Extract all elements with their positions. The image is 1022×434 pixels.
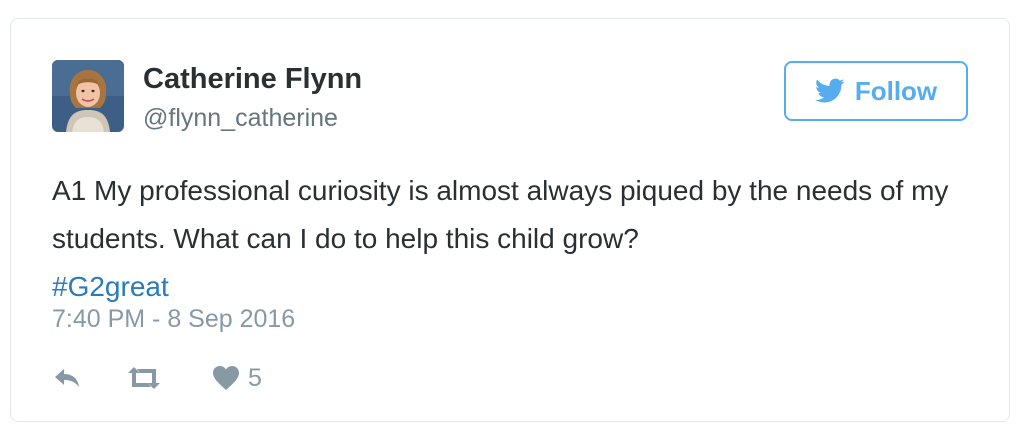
twitter-bird-icon <box>814 78 845 103</box>
reply-icon <box>55 369 79 387</box>
follow-label: Follow <box>854 75 938 106</box>
hashtag-link[interactable]: #G2great <box>52 271 169 302</box>
like-count: 5 <box>248 363 262 392</box>
like-button[interactable]: 5 <box>212 361 262 395</box>
author-handle[interactable]: @flynn_catherine <box>143 104 338 133</box>
tweet-timestamp[interactable]: 7:40 PM - 8 Sep 2016 <box>52 305 295 334</box>
tweet-body: A1 My professional curiosity is almost a… <box>52 175 949 254</box>
follow-button[interactable]: Follow <box>784 61 968 121</box>
heart-icon <box>213 366 239 390</box>
author-avatar[interactable] <box>52 60 124 132</box>
retweet-icon <box>128 367 160 389</box>
tweet-card: Catherine Flynn @flynn_catherine Follow … <box>10 18 1010 422</box>
tweet-text: A1 My professional curiosity is almost a… <box>52 167 952 311</box>
author-name[interactable]: Catherine Flynn <box>143 63 362 96</box>
avatar-image <box>52 60 124 132</box>
reply-button[interactable] <box>52 361 82 395</box>
retweet-button[interactable] <box>124 361 164 395</box>
